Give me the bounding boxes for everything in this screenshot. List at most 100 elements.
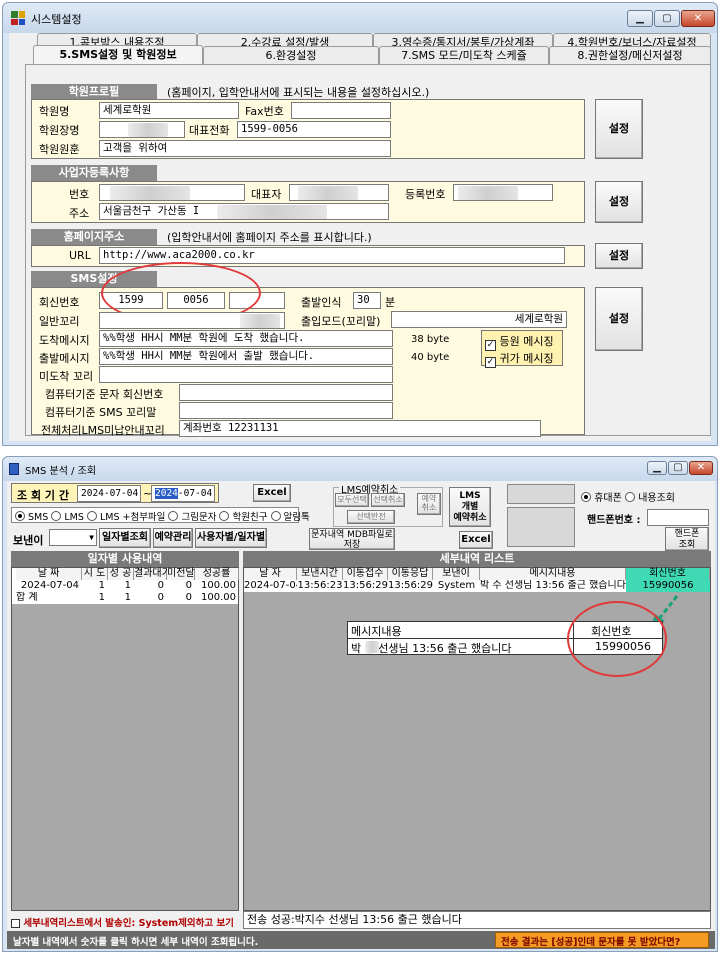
daily-col-header[interactable]: 시 도 — [82, 568, 108, 580]
detail-cell[interactable]: 15990056 — [626, 580, 710, 592]
title-bar: 시스템설정 ▁ ▢ ✕ — [3, 3, 717, 33]
detail-col-header[interactable]: 이통접수 — [343, 568, 388, 580]
radio-alimtalk[interactable]: 알림톡 — [284, 512, 310, 523]
detail-cell[interactable]: 박 수 선생님 13:56 출근 했습니다 — [480, 580, 626, 592]
daily-cell[interactable]: 1 — [82, 592, 105, 603]
general-tail-input[interactable] — [99, 312, 285, 329]
sender-select[interactable]: ▼ — [49, 529, 97, 546]
detail-col-header[interactable]: 날 자 — [244, 568, 297, 580]
lms-tail-input[interactable]: 계좌번호 12231131 — [179, 420, 541, 437]
daily-cell[interactable]: 2024-07-04 — [16, 580, 79, 591]
reserve-manage-button[interactable]: 예약관리 — [153, 528, 193, 548]
business-number-label: 번호 — [69, 188, 90, 201]
daily-cell[interactable]: 0 — [134, 592, 164, 603]
detail-col-header[interactable]: 이통응답 — [388, 568, 433, 580]
daily-cell[interactable]: 1 — [108, 592, 131, 603]
exclude-system-checkbox[interactable]: 세부내역리스트에서 발송인: System제외하고 보기 — [11, 915, 234, 929]
business-save-button[interactable]: 설정 — [595, 181, 643, 223]
tab-sms-settings[interactable]: 5.SMS설정 및 학원정보 — [33, 45, 203, 64]
minimize-button[interactable]: ▁ — [647, 461, 667, 475]
mdb-save-button[interactable]: 문자내역 MDB파일로 저장 — [309, 528, 395, 550]
representative-input[interactable] — [289, 184, 389, 201]
academy-name-input[interactable]: 세계로학원 — [99, 102, 239, 119]
tab-sms-mode[interactable]: 7.SMS 모드/미도착 스케쥴 — [379, 46, 549, 64]
daily-col-header[interactable]: 성공률 — [195, 568, 239, 580]
daily-col-header[interactable]: 날 짜 — [16, 568, 82, 580]
detail-cell[interactable]: 2024-07-04 — [244, 580, 297, 592]
excel-export-button-2[interactable]: Excel — [459, 531, 493, 549]
arrival-messaging-checkbox[interactable]: ✓ 등원 메시징 — [485, 333, 554, 351]
radio-picture[interactable]: 그림문자 — [181, 512, 216, 523]
daily-usage-grid — [11, 567, 239, 911]
business-number-input[interactable] — [99, 184, 245, 201]
tab-environment[interactable]: 6.환경설정 — [203, 46, 379, 64]
main-phone-input[interactable]: 1599-0056 — [237, 121, 391, 138]
help-link-text[interactable]: 전송 결과는 [성공]인데 문자를 못 받았다면? — [501, 934, 680, 948]
date-from-select[interactable]: 2024-07-04 — [77, 485, 141, 502]
address-label: 주소 — [69, 207, 90, 220]
homepage-save-button[interactable]: 설정 — [595, 243, 643, 269]
phone-number-input[interactable] — [647, 509, 709, 526]
daily-cell[interactable]: 100.00 — [195, 592, 236, 603]
user-daily-button[interactable]: 사용자별/일자별 — [195, 528, 267, 548]
detail-cell[interactable]: 13:56:29 — [388, 580, 433, 592]
departure-messaging-checkbox[interactable]: ✓ 귀가 메시징 — [485, 350, 554, 368]
radio-lms[interactable]: LMS — [64, 512, 84, 523]
daily-cell[interactable]: 1 — [108, 580, 131, 591]
daily-col-header[interactable]: 결과대기 — [134, 568, 171, 580]
pc-tail-input[interactable] — [179, 402, 393, 419]
sms-save-button[interactable]: 설정 — [595, 287, 643, 351]
tab-permissions[interactable]: 8.권한설정/메신저설정 — [549, 46, 711, 64]
excel-export-button[interactable]: Excel — [253, 484, 291, 502]
radio-sms[interactable]: SMS — [28, 512, 48, 523]
motto-input[interactable]: 고객을 위하여 — [99, 140, 391, 157]
lms-individual-cancel-button[interactable]: LMS 개별 예약취소 — [449, 487, 491, 527]
phone-search-button[interactable]: 핸드폰 조회 — [665, 527, 709, 551]
minimize-button[interactable]: ▁ — [627, 10, 653, 27]
maximize-button[interactable]: ▢ — [654, 10, 680, 27]
detail-col-header[interactable]: 메시지내용 — [480, 568, 626, 580]
close-button[interactable]: ✕ — [681, 10, 715, 27]
entry-mode-input[interactable]: 세계로학원 — [391, 311, 567, 328]
redacted — [458, 186, 518, 200]
phone-radio[interactable]: 휴대폰 — [581, 489, 622, 504]
director-input[interactable] — [99, 121, 185, 138]
daily-search-button[interactable]: 일자별조회 — [99, 528, 151, 548]
content-radio[interactable]: 내용조회 — [625, 489, 675, 504]
close-button[interactable]: ✕ — [689, 461, 713, 475]
main-phone-label: 대표전화 — [189, 124, 230, 137]
fax-input[interactable] — [291, 102, 391, 119]
type-radio-group[interactable]: SMS LMS LMS +첨부파일 그림문자 학원친구 알림톡 — [15, 509, 310, 523]
date-to-select[interactable]: 2024-07-04 — [151, 485, 215, 502]
select-all-button[interactable]: 모두선택 — [335, 493, 369, 507]
registration-input[interactable] — [453, 184, 553, 201]
daily-col-header[interactable]: 성 공 — [108, 568, 134, 580]
radio-lms-attach[interactable]: LMS +첨부파일 — [100, 512, 165, 523]
detail-cell[interactable]: 13:56:23 — [297, 580, 343, 592]
detail-col-header[interactable]: 보낸시간 — [297, 568, 343, 580]
maximize-button[interactable]: ▢ — [668, 461, 688, 475]
select-reverse-button[interactable]: 선택반전 — [347, 510, 395, 524]
late-tail-input[interactable] — [99, 366, 393, 383]
reserve-cancel-button[interactable]: 예약 취소 — [417, 493, 441, 515]
daily-col-header[interactable]: 미전달 — [167, 568, 195, 580]
pc-callback-label: 컴퓨터기준 문자 회신번호 — [45, 388, 164, 401]
pc-callback-input[interactable] — [179, 384, 393, 401]
select-cancel-button[interactable]: 선택취소 — [371, 493, 405, 507]
detail-col-header[interactable]: 회신번호 — [626, 568, 710, 580]
academy-name-label: 학원명 — [39, 105, 70, 118]
detail-col-header[interactable]: 보낸이 — [433, 568, 480, 580]
detail-cell[interactable]: 13:56:29 — [343, 580, 388, 592]
departure-message-input[interactable]: %%학생 HH시 MM분 학원에서 출발 했습니다. — [99, 348, 393, 365]
daily-cell[interactable]: 합 계 — [16, 592, 79, 603]
daily-cell[interactable]: 1 — [82, 580, 105, 591]
daily-cell[interactable]: 100.00 — [195, 580, 236, 591]
arrival-message-input[interactable]: %%학생 HH시 MM분 학원에 도착 했습니다. — [99, 330, 393, 347]
academy-save-button[interactable]: 설정 — [595, 99, 643, 159]
daily-cell[interactable]: 0 — [167, 580, 192, 591]
radio-friend[interactable]: 학원친구 — [233, 512, 268, 523]
departure-detect-input[interactable]: 30 — [353, 292, 381, 309]
daily-cell[interactable]: 0 — [134, 580, 164, 591]
daily-cell[interactable]: 0 — [167, 592, 192, 603]
detail-cell[interactable]: System — [433, 580, 480, 592]
